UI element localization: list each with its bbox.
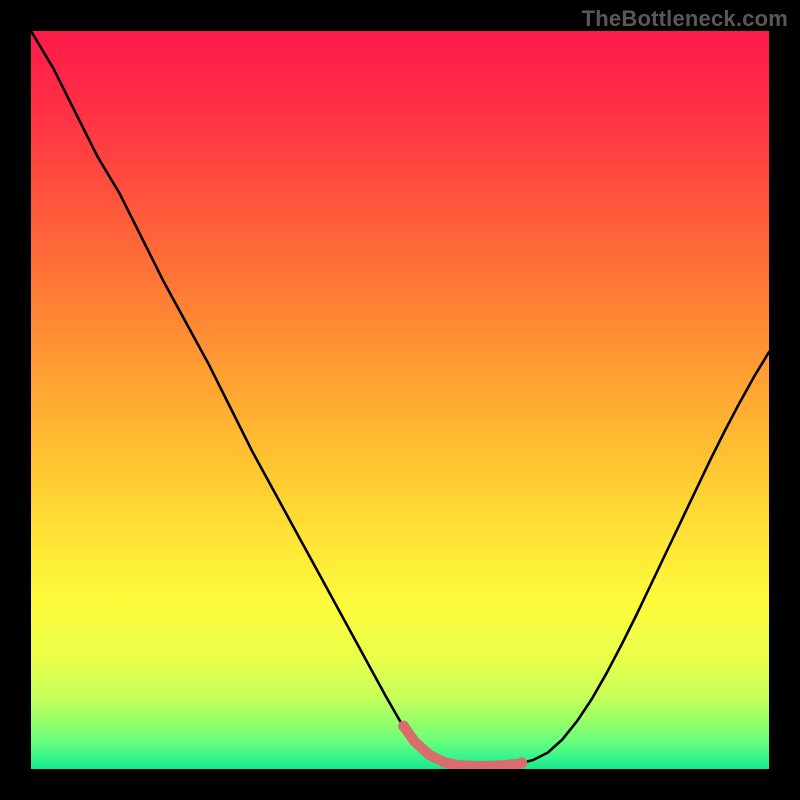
watermark-text: TheBottleneck.com bbox=[582, 6, 788, 32]
bottleneck-curve bbox=[31, 31, 769, 769]
chart-frame: TheBottleneck.com bbox=[0, 0, 800, 800]
plot-area bbox=[31, 31, 769, 769]
